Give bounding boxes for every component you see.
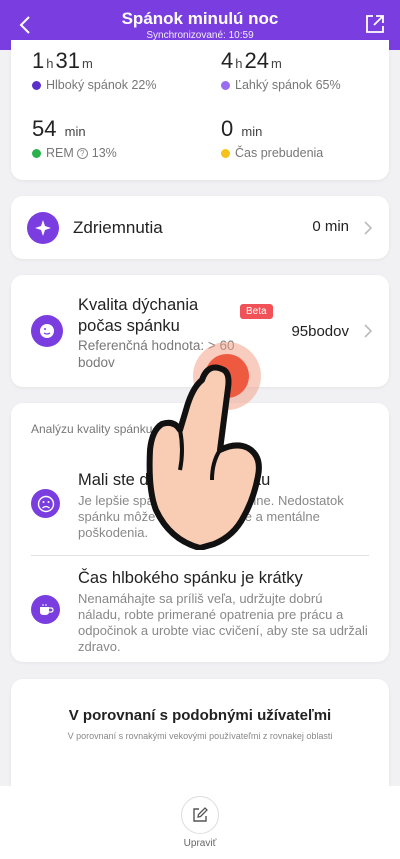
analysis-heading: Analýzu kvality spánku	[31, 422, 153, 436]
rem-stat: 54 min REM? 13%	[32, 116, 117, 160]
sleep-analysis-card: Analýzu kvality spánku Mali ste dosť mál…	[11, 403, 389, 662]
share-icon[interactable]	[364, 13, 386, 35]
light-minutes: 24	[244, 48, 269, 73]
divider	[31, 555, 369, 556]
analysis-item-desc: Nenamáhajte sa príliš veľa, udržujte dob…	[78, 591, 368, 654]
coffee-cup-icon	[31, 595, 60, 624]
light-hours: 4	[221, 48, 234, 73]
comparison-title: V porovnaní s podobnými užívateľmi	[68, 707, 332, 724]
light-sleep-dot	[221, 80, 230, 90]
breathing-reference: Referenčná hodnota: > 60 bodov	[78, 338, 235, 370]
analysis-item-desc: Je lepšie spať dlhšie a pravidelne. Nedo…	[78, 493, 344, 540]
analysis-item-title: Čas hlbokého spánku je krátky	[78, 569, 303, 587]
deep-sleep-stat: 1 h31 m Hlboký spánok 22%	[32, 48, 156, 92]
awake-stat: 0 min Čas prebudenia	[221, 116, 323, 160]
rem-value: 54	[32, 116, 57, 141]
chevron-right-icon	[364, 221, 373, 235]
deep-minutes: 31	[55, 48, 80, 73]
help-icon[interactable]: ?	[76, 147, 88, 159]
rem-unit: min	[64, 124, 86, 139]
light-minutes-unit: m	[270, 56, 282, 71]
awake-unit: min	[241, 124, 263, 139]
light-sleep-stat: 4 h24 m Ľahký spánok 65%	[221, 48, 341, 92]
deep-sleep-dot	[32, 80, 41, 90]
awake-dot	[221, 148, 230, 158]
comparison-desc: V porovnaní s rovnakými vekovými používa…	[67, 731, 333, 741]
deep-minutes-unit: m	[81, 56, 93, 71]
breathing-quality-card[interactable]: Kvalita dýchania počas spánku Beta Refer…	[11, 275, 389, 387]
rem-label: REM	[46, 146, 74, 160]
face-breath-icon	[31, 315, 63, 347]
bottom-bar: Upraviť	[0, 786, 400, 859]
page-title: Spánok minulú noc	[121, 9, 279, 28]
nap-label: Zdriemnutia	[73, 217, 163, 237]
edit-label: Upraviť	[183, 838, 217, 849]
deep-hours-unit: h	[46, 56, 54, 71]
chevron-right-icon	[364, 324, 373, 338]
beta-badge: Beta	[240, 304, 273, 319]
breathing-score: 95bodov	[291, 323, 349, 340]
sleep-stats-card: 1 h31 m Hlboký spánok 22% 4 h24 m Ľahký spán…	[11, 40, 389, 180]
rem-percent: 13%	[91, 146, 117, 160]
deep-hours: 1	[32, 48, 45, 73]
nap-card[interactable]: Zdriemnutia 0 min	[11, 196, 389, 259]
deep-sleep-label: Hlboký spánok 22%	[46, 78, 157, 92]
light-sleep-label: Ľahký spánok 65%	[235, 78, 341, 92]
awake-value: 0	[221, 116, 234, 141]
nap-value: 0 min	[312, 218, 349, 235]
light-hours-unit: h	[235, 56, 243, 71]
sad-face-icon	[31, 489, 60, 518]
sparkle-icon	[27, 211, 59, 244]
breathing-title: Kvalita dýchania počas spánku	[78, 296, 199, 335]
edit-button[interactable]	[181, 796, 219, 834]
analysis-item-title: Mali ste dosť málo spánku	[78, 471, 271, 489]
rem-dot	[32, 148, 41, 158]
edit-icon	[193, 807, 208, 822]
awake-label: Čas prebudenia	[235, 146, 324, 160]
